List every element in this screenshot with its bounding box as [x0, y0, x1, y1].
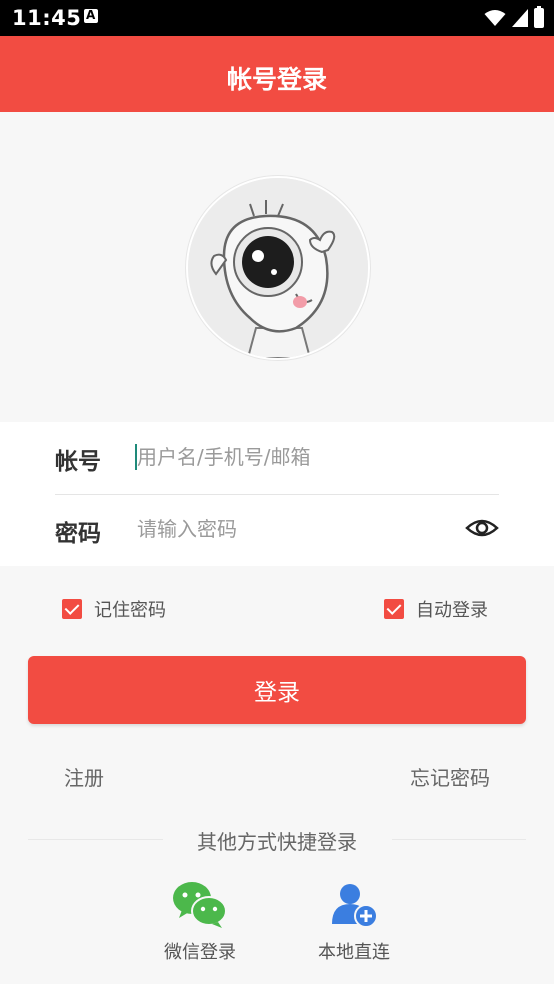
login-button[interactable]: 登录 — [28, 656, 526, 724]
avatar — [186, 176, 370, 360]
show-password-eye-icon[interactable] — [465, 514, 499, 542]
page-title: 帐号登录 — [226, 65, 327, 94]
auto-login-checkbox[interactable]: 自动登录 — [384, 596, 488, 622]
register-link[interactable]: 注册 — [64, 762, 104, 791]
login-form: 帐号 密码 — [0, 422, 554, 566]
wechat-login-button[interactable]: 微信登录 — [145, 880, 255, 964]
signal-icon — [512, 9, 528, 27]
avatar-area — [0, 112, 554, 422]
app-bar: 帐号登录 — [0, 36, 554, 112]
wechat-icon[interactable] — [172, 880, 228, 930]
auto-login-label: 自动登录 — [416, 600, 488, 621]
password-row: 密码 — [55, 494, 499, 566]
local-connect-label: 本地直连 — [318, 942, 390, 963]
auto-login-check-icon[interactable] — [384, 599, 404, 619]
account-input[interactable] — [135, 438, 459, 476]
local-connect-button[interactable]: 本地直连 — [299, 880, 409, 964]
text-cursor — [135, 444, 137, 470]
wechat-login-label: 微信登录 — [164, 942, 236, 963]
account-row: 帐号 — [55, 422, 499, 495]
forgot-password-link[interactable]: 忘记密码 — [410, 762, 490, 791]
account-label: 帐号 — [55, 449, 101, 475]
other-login-divider: 其他方式快捷登录 — [0, 824, 554, 856]
wifi-icon — [484, 10, 506, 26]
battery-icon — [534, 6, 544, 28]
other-login-title: 其他方式快捷登录 — [197, 830, 357, 854]
remember-password-label: 记住密码 — [94, 600, 166, 621]
remember-check-icon[interactable] — [62, 599, 82, 619]
password-input[interactable] — [135, 510, 459, 548]
status-bar: 11:45 — [0, 0, 554, 36]
mascot-illustration — [188, 178, 368, 358]
status-time: 11:45 — [12, 6, 82, 30]
remember-password-checkbox[interactable]: 记住密码 — [62, 596, 166, 622]
password-label: 密码 — [55, 521, 101, 547]
notification-icon — [84, 8, 98, 23]
add-user-icon[interactable] — [330, 880, 378, 930]
login-options: 记住密码 自动登录 — [0, 596, 554, 626]
system-icons — [484, 6, 544, 29]
divider-line-right — [392, 839, 526, 840]
